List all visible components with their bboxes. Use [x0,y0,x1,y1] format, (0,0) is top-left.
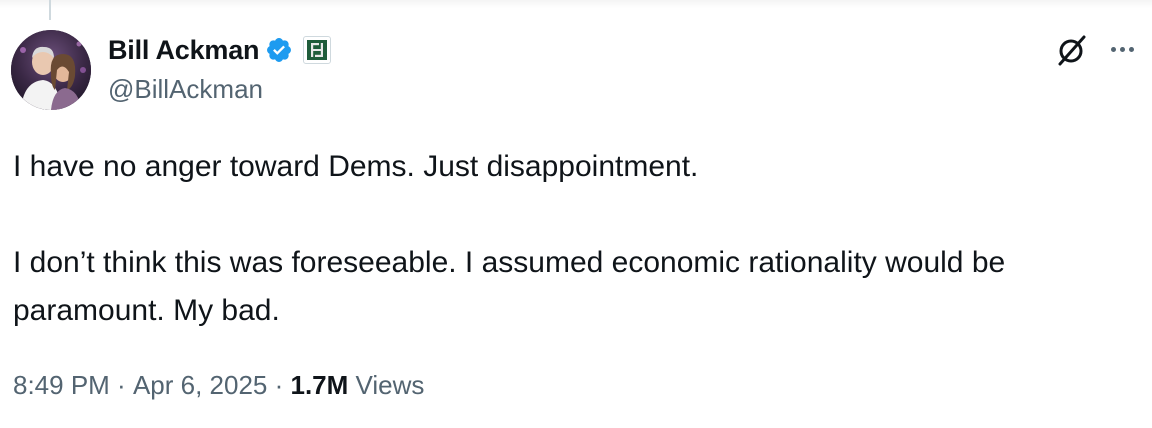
meta-separator: · [267,370,291,400]
grok-icon[interactable] [1054,32,1090,68]
top-fade [0,0,1152,8]
author-handle[interactable]: @BillAckman [108,74,263,105]
tweet-time[interactable]: 8:49 PM [13,370,110,401]
author-display-name[interactable]: Bill Ackman [108,35,260,66]
affiliate-logo-icon[interactable] [303,36,332,64]
thread-connector-line [49,0,51,20]
views-label: Views [355,370,425,400]
more-dot [1110,46,1116,52]
more-dot [1128,46,1134,52]
more-dot [1119,46,1125,52]
verified-badge-icon[interactable] [265,36,293,64]
avatar[interactable] [11,30,91,110]
meta-separator: · [109,370,133,400]
more-options-icon[interactable] [1104,34,1140,64]
tweet-paragraph: I have no anger toward Dems. Just disapp… [13,150,699,183]
author-name-row: Bill Ackman [108,32,332,68]
tweet-text: I have no anger toward Dems. Just disapp… [13,143,1133,335]
tweet-paragraph: I don’t think this was foreseeable. I as… [13,246,1006,327]
tweet-date[interactable]: Apr 6, 2025 [133,370,267,401]
views-count: 1.7M [290,370,349,400]
views-spacer [348,370,355,401]
tweet-meta-row: 8:49 PM · Apr 6, 2025 · 1.7M Views [13,370,424,401]
